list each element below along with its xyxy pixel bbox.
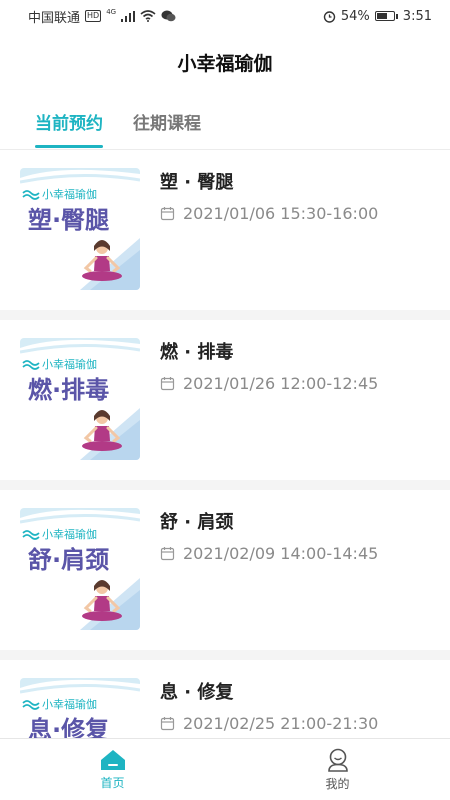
battery-icon (374, 11, 398, 21)
yoga-illustration: 小幸福瑜伽 塑·臀腿 (20, 168, 140, 290)
course-time-row: 2021/02/09 14:00-14:45 (160, 544, 378, 563)
network-type: 4G (106, 8, 117, 16)
wifi-icon (140, 10, 156, 22)
page-title: 小幸福瑜伽 (177, 52, 273, 75)
thumb-brand-text: 小幸福瑜伽 (42, 187, 97, 201)
course-time: 2021/02/09 14:00-14:45 (183, 544, 379, 563)
thumb-brand-text: 小幸福瑜伽 (42, 357, 97, 371)
course-time: 2021/02/25 21:00-21:30 (183, 714, 379, 733)
profile-icon (327, 748, 348, 772)
chat-app-icon (161, 10, 176, 22)
course-title: 息 · 修复 (160, 682, 234, 703)
course-time-row: 2021/01/26 12:00-12:45 (160, 374, 378, 393)
home-icon (100, 749, 125, 770)
status-right: 54% 3:51 (323, 9, 432, 24)
logo-wave-icon (22, 360, 40, 370)
course-card[interactable]: 小幸福瑜伽 燃·排毒 燃 · 排毒 2021/01/26 12:00-12:45 (0, 320, 450, 480)
course-thumbnail: 小幸福瑜伽 燃·排毒 (20, 338, 140, 460)
clock: 3:51 (402, 8, 432, 24)
course-time: 2021/01/06 15:30-16:00 (183, 204, 379, 223)
thumb-brand-text: 小幸福瑜伽 (42, 697, 97, 711)
course-title: 燃 · 排毒 (160, 342, 234, 363)
signal-icon (121, 10, 136, 22)
thumb-course-text: 息·修复 (28, 716, 110, 738)
hd-badge: HD (85, 10, 102, 22)
logo-wave-icon (22, 190, 40, 200)
course-time-row: 2021/01/06 15:30-16:00 (160, 204, 378, 223)
course-title: 舒 · 肩颈 (160, 512, 234, 533)
calendar-icon (160, 377, 175, 391)
course-thumbnail: 小幸福瑜伽 息·修复 (20, 678, 140, 738)
thumb-course-text: 燃·排毒 (28, 376, 109, 404)
logo-wave-icon (22, 530, 40, 540)
bottom-nav: 首页 我的 (0, 738, 450, 800)
yoga-illustration: 小幸福瑜伽 舒·肩颈 (20, 508, 140, 630)
course-thumbnail: 小幸福瑜伽 塑·臀腿 (20, 168, 140, 290)
thumb-brand-text: 小幸福瑜伽 (42, 527, 97, 541)
nav-profile[interactable]: 我的 (225, 739, 450, 800)
status-bar: 中国联通 HD 4G 54% 3:51 (0, 0, 450, 32)
course-thumbnail: 小幸福瑜伽 舒·肩颈 (20, 508, 140, 630)
nav-home-label: 首页 (100, 775, 125, 790)
carrier-name: 中国联通 (28, 10, 81, 26)
course-time: 2021/01/26 12:00-12:45 (183, 374, 379, 393)
tab-past-courses[interactable]: 往期课程 (133, 92, 201, 150)
thumb-course-text: 舒·肩颈 (28, 546, 109, 574)
yoga-illustration: 小幸福瑜伽 息·修复 (20, 678, 140, 738)
course-card[interactable]: 小幸福瑜伽 舒·肩颈 舒 · 肩颈 2021/02/09 14:00-14:45 (0, 490, 450, 650)
course-card[interactable]: 小幸福瑜伽 息·修复 息 · 修复 2021/02/25 21:00-21:30 (0, 660, 450, 738)
nav-home[interactable]: 首页 (0, 739, 225, 800)
thumb-course-text: 塑·臀腿 (28, 206, 109, 234)
calendar-icon (160, 547, 175, 561)
calendar-icon (160, 207, 175, 221)
tab-bar: 当前预约 往期课程 (0, 92, 450, 150)
course-card[interactable]: 小幸福瑜伽 塑·臀腿 塑 · 臀腿 2021/01/06 15:30-16:00 (0, 150, 450, 310)
status-left: 中国联通 HD 4G (28, 7, 176, 26)
alarm-icon (323, 10, 336, 23)
course-list[interactable]: 小幸福瑜伽 塑·臀腿 塑 · 臀腿 2021/01/06 15:30-16:00… (0, 150, 450, 738)
app-screen: 中国联通 HD 4G 54% 3:51 小幸福瑜伽 当前预约 往期课程 小幸福瑜… (0, 0, 450, 800)
yoga-illustration: 小幸福瑜伽 燃·排毒 (20, 338, 140, 460)
tab-current-bookings[interactable]: 当前预约 (35, 92, 103, 150)
course-title: 塑 · 臀腿 (160, 172, 234, 193)
battery-percent: 54% (340, 8, 370, 24)
course-time-row: 2021/02/25 21:00-21:30 (160, 714, 378, 733)
nav-profile-label: 我的 (325, 776, 350, 791)
logo-wave-icon (22, 700, 40, 710)
app-header: 小幸福瑜伽 (0, 32, 450, 92)
calendar-icon (160, 717, 175, 731)
